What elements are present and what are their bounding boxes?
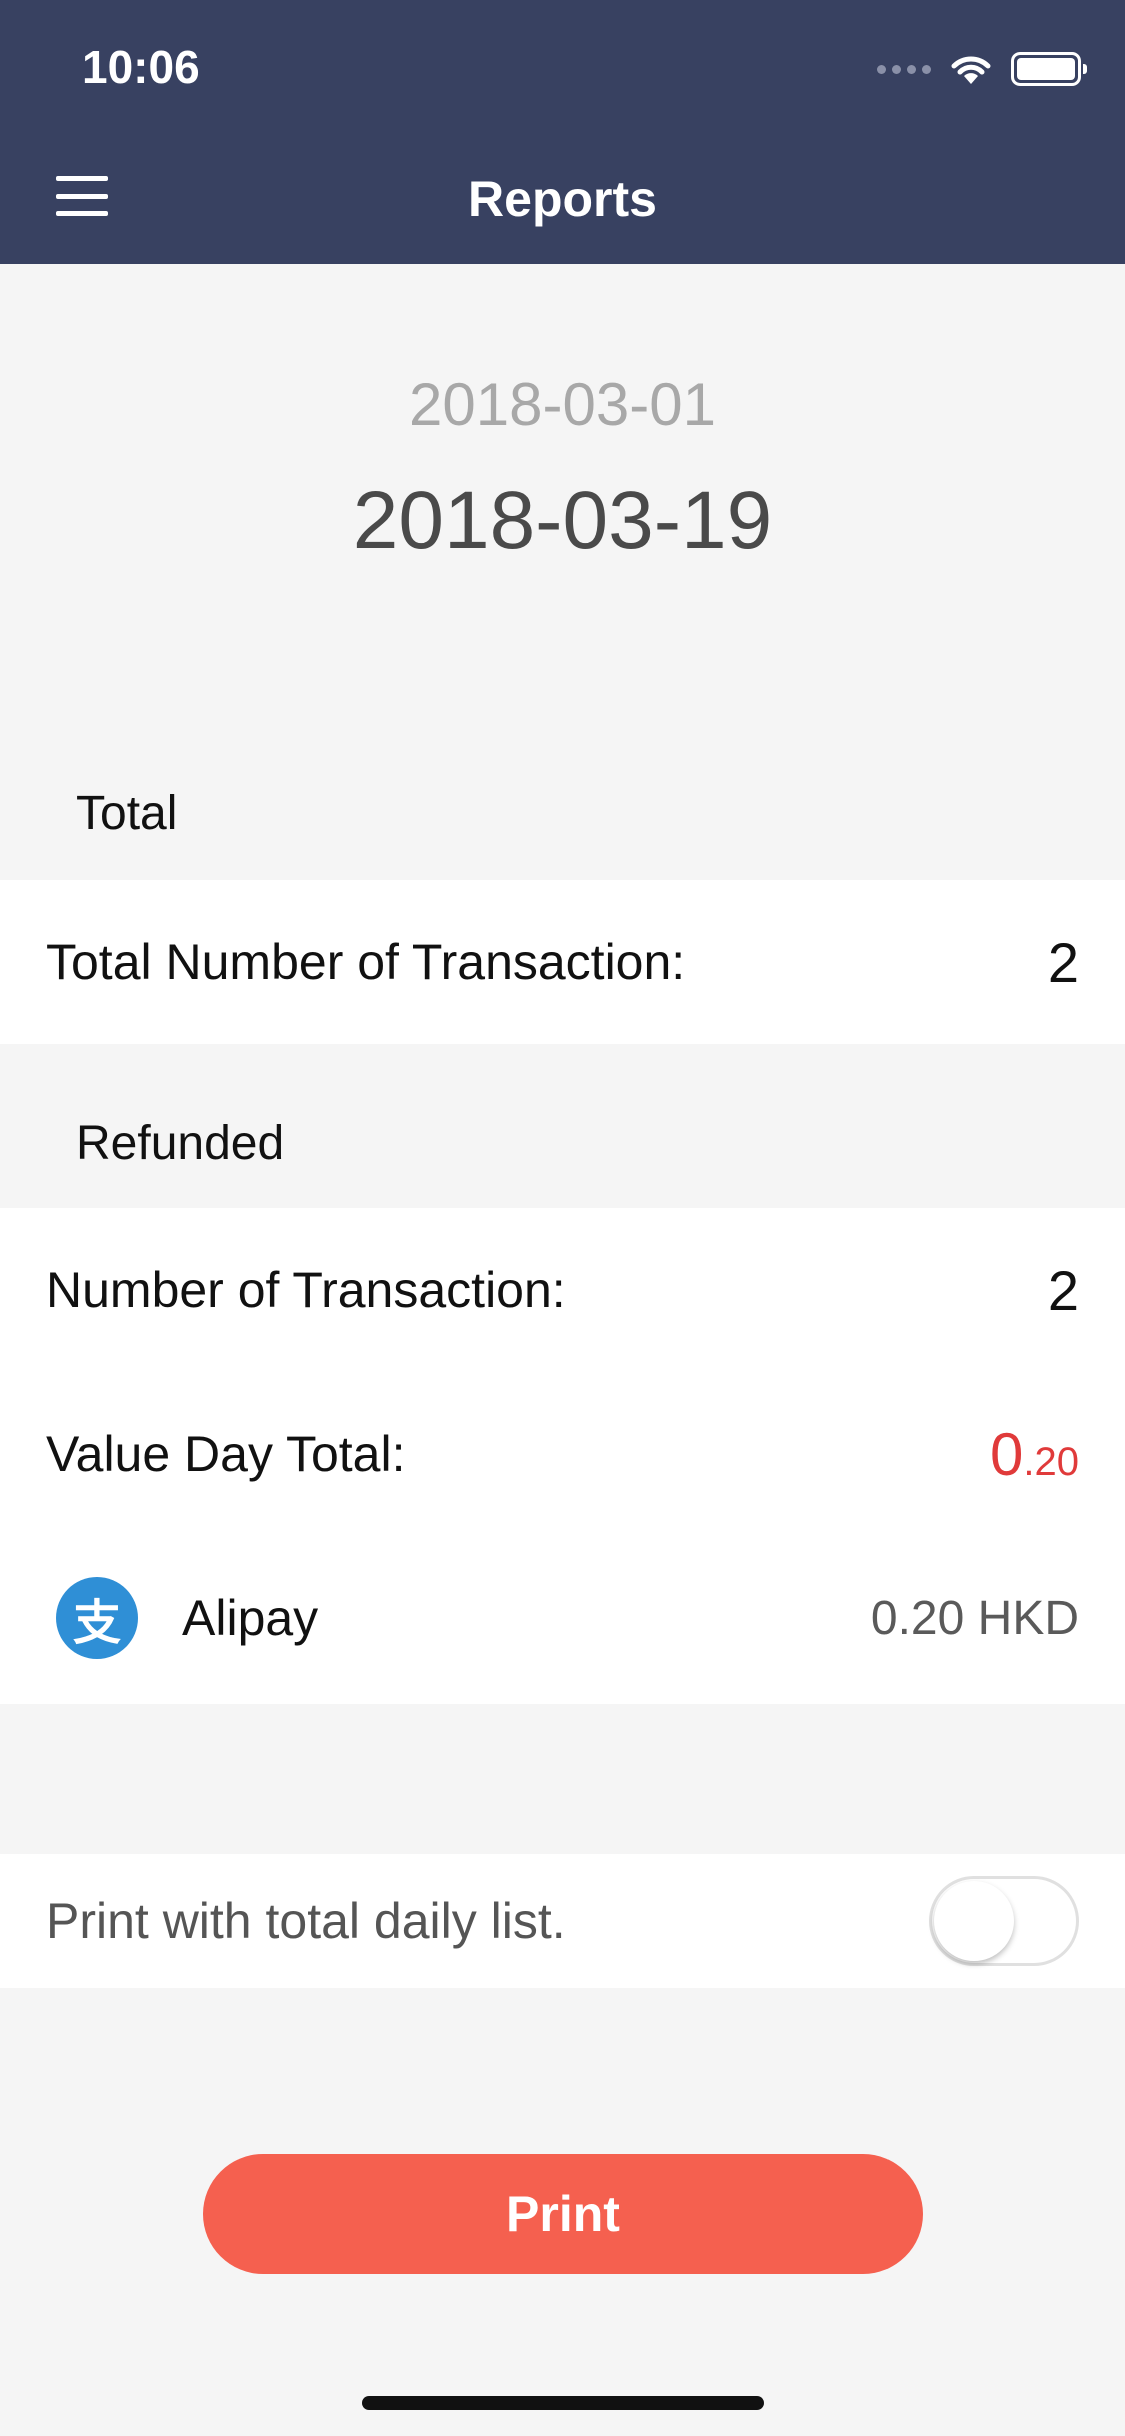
print-option-card: Print with total daily list. <box>0 1854 1125 1988</box>
page-title: Reports <box>468 171 657 227</box>
home-indicator[interactable] <box>362 2396 764 2410</box>
signal-icon <box>877 64 931 74</box>
reports-screen: 10:06 Reports 2018-03-01 2018-03-19 Tota… <box>0 0 1125 2436</box>
wifi-icon <box>951 56 991 84</box>
value-day-total-int: 0 <box>990 1420 1024 1488</box>
status-icons <box>877 48 1087 90</box>
print-option-row: Print with total daily list. <box>0 1854 1125 1988</box>
toggle-knob <box>934 1881 1014 1961</box>
total-transactions-label: Total Number of Transaction: <box>46 934 686 990</box>
refunded-transactions-value: 2 <box>1047 1258 1079 1322</box>
total-transactions-value: 2 <box>1047 930 1079 994</box>
refunded-transactions-label: Number of Transaction: <box>46 1262 566 1318</box>
refunded-card: Number of Transaction: 2 Value Day Total… <box>0 1208 1125 1704</box>
total-card: Total Number of Transaction: 2 <box>0 880 1125 1044</box>
value-day-total-dec: .20 <box>1023 1439 1079 1484</box>
end-date[interactable]: 2018-03-19 <box>0 474 1125 568</box>
alipay-icon: 支 <box>56 1577 138 1659</box>
payment-method-info: 支 Alipay <box>56 1577 318 1659</box>
total-section-heading: Total <box>76 787 178 840</box>
value-day-total-label: Value Day Total: <box>46 1426 406 1482</box>
payment-method-amount: 0.20 HKD <box>870 1591 1079 1645</box>
header-bar: 10:06 Reports <box>0 0 1125 264</box>
refunded-section-heading: Refunded <box>76 1117 285 1170</box>
value-day-total-row: Value Day Total: 0.20 <box>0 1372 1125 1536</box>
payment-method-row: 支 Alipay 0.20 HKD <box>0 1536 1125 1700</box>
print-option-label: Print with total daily list. <box>46 1893 566 1949</box>
total-transactions-row: Total Number of Transaction: 2 <box>0 880 1125 1044</box>
battery-icon <box>1011 52 1087 86</box>
refunded-transactions-row: Number of Transaction: 2 <box>0 1208 1125 1372</box>
print-daily-list-toggle[interactable] <box>929 1876 1079 1966</box>
start-date[interactable]: 2018-03-01 <box>0 370 1125 439</box>
value-day-total-amount: 0.20 <box>990 1420 1079 1489</box>
payment-method-name: Alipay <box>182 1590 319 1646</box>
print-button[interactable]: Print <box>203 2154 923 2274</box>
status-time: 10:06 <box>82 41 200 93</box>
